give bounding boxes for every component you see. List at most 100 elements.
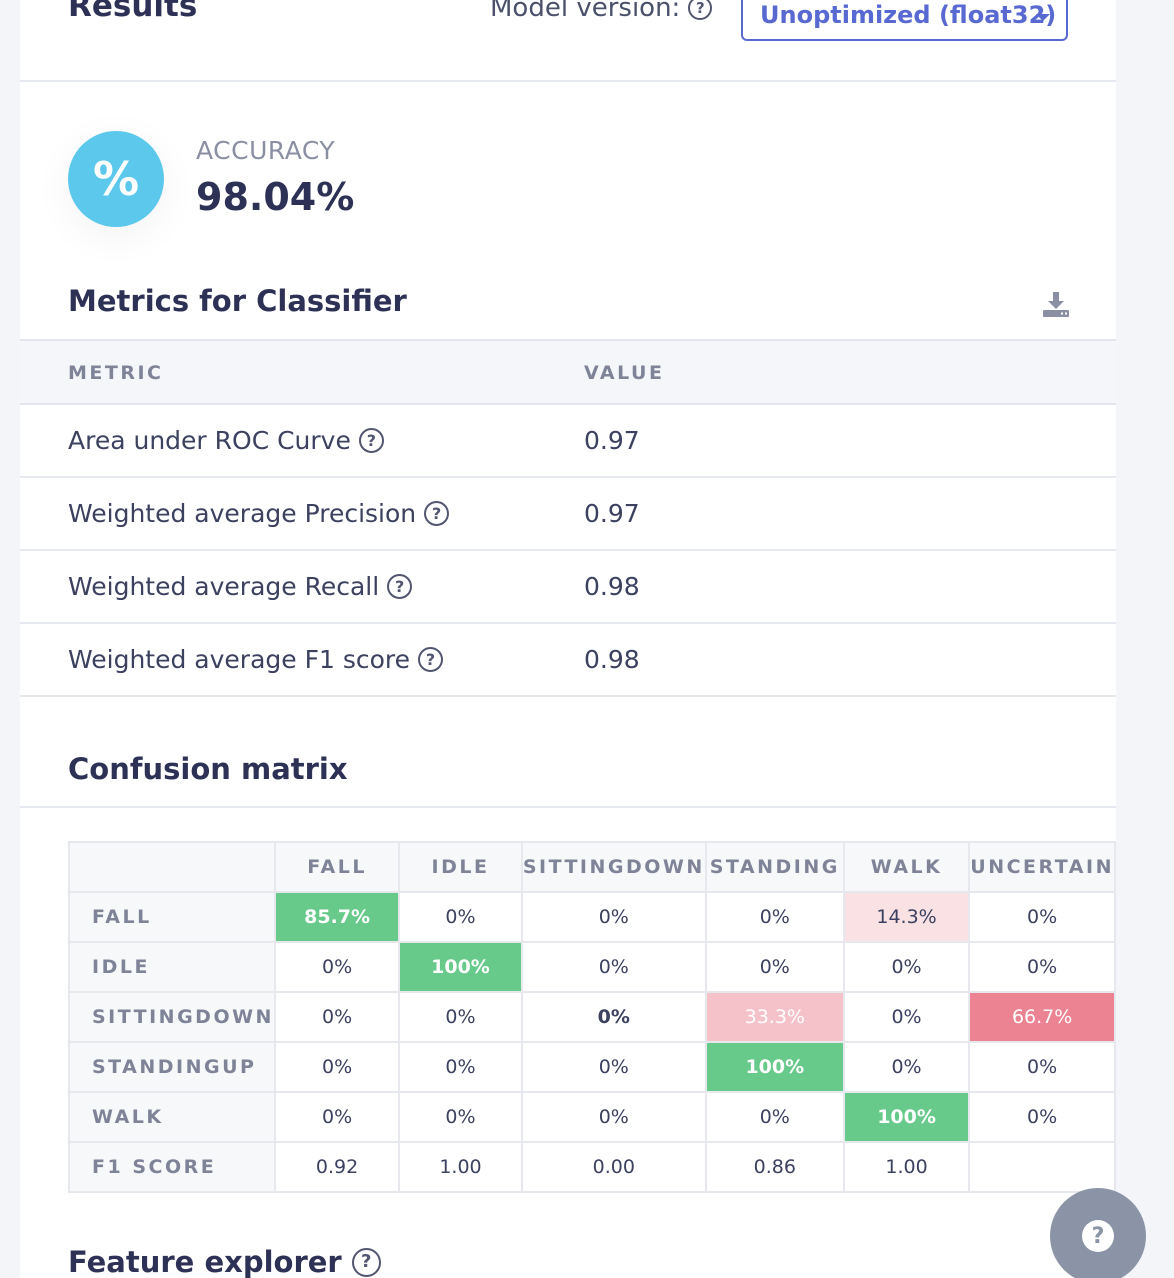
results-card: Results Model version: ? Unoptimized (fl… [20,0,1116,1278]
help-icon[interactable]: ? [424,501,450,526]
page-title: Results [68,0,198,24]
percent-icon: % [68,131,164,227]
table-row: WALK 0% 0% 0% 0% 100% 0% [68,1091,1116,1143]
model-version-help-icon[interactable]: ? [688,0,713,20]
column-header: IDLE [398,841,523,893]
metric-name-text: Weighted average Recall [68,572,380,601]
metric-column-header: METRIC [68,362,164,384]
column-header: WALK [842,841,971,893]
model-version-label: Model version: ? [490,0,713,23]
matrix-cell: 0% [968,891,1116,943]
feature-explorer-title-text: Feature explorer [68,1245,342,1278]
matrix-cell: 66.7% [968,991,1116,1043]
help-icon[interactable]: ? [358,428,384,453]
table-row: Weighted average F1 score ? 0.98 [20,624,1116,697]
table-row: Weighted average Recall ? 0.98 [20,551,1116,624]
matrix-cell: 0% [398,991,523,1043]
model-version-label-text: Model version: [490,0,681,23]
table-row: FALL 85.7% 0% 0% 0% 14.3% 0% [68,891,1116,943]
row-header: SITTINGDOWN [68,991,276,1043]
column-header: UNCERTAIN [968,841,1116,893]
column-header: STANDING [704,841,845,893]
feature-explorer-title: Feature explorer ? [68,1245,381,1278]
matrix-cell: 14.3% [842,891,971,943]
accuracy-value: 98.04% [196,175,355,219]
matrix-cell: 0% [273,1041,401,1093]
header-divider [20,80,1116,82]
accuracy-label: ACCURACY [196,136,336,165]
confusion-matrix-table: FALL IDLE SITTINGDOWN STANDING WALK UNCE… [68,841,1116,1193]
metrics-title: Metrics for Classifier [68,284,407,318]
metrics-table-header: METRIC VALUE [20,339,1116,405]
metrics-table: METRIC VALUE Area under ROC Curve ? 0.97… [20,339,1116,697]
matrix-cell: 0% [842,1041,971,1093]
matrix-cell: 33.3% [704,991,845,1043]
confusion-matrix-title: Confusion matrix [68,752,348,786]
matrix-cell: 0% [273,1091,401,1143]
matrix-cell: 0% [842,941,971,993]
row-header: FALL [68,891,276,943]
confusion-header-row: FALL IDLE SITTINGDOWN STANDING WALK UNCE… [68,841,1116,893]
matrix-cell: 0% [273,991,401,1043]
help-icon[interactable]: ? [418,647,443,672]
metric-name: Weighted average F1 score ? [68,645,443,674]
f1-cell [968,1141,1116,1193]
row-header: STANDINGUP [68,1041,276,1093]
matrix-cell: 0% [520,941,707,993]
matrix-cell: 0% [704,941,845,993]
metric-value: 0.97 [584,426,640,455]
metric-value: 0.98 [584,645,640,674]
matrix-cell: 0% [398,1091,523,1143]
model-version-value: Unoptimized (float32) [760,0,1057,29]
f1-cell: 1.00 [398,1141,523,1193]
matrix-cell: 100% [842,1091,971,1143]
matrix-cell: 0% [398,1041,523,1093]
feature-explorer-help-icon[interactable]: ? [351,1247,381,1277]
matrix-cell: 0% [968,1091,1116,1143]
model-version-select[interactable]: Unoptimized (float32) [741,0,1068,41]
matrix-cell: 0% [398,891,523,943]
matrix-cell: 0% [704,1091,845,1143]
metric-value: 0.97 [584,499,640,528]
matrix-cell: 0% [842,991,971,1043]
row-header: WALK [68,1091,276,1143]
f1-cell: 0.86 [704,1141,845,1193]
matrix-cell: 0% [520,991,707,1043]
table-row: SITTINGDOWN 0% 0% 0% 33.3% 0% 66.7% [68,991,1116,1043]
matrix-cell: 0% [968,941,1116,993]
metric-name: Weighted average Precision ? [68,499,450,528]
matrix-cell: 0% [273,941,401,993]
column-header: SITTINGDOWN [520,841,707,893]
help-icon[interactable]: ? [387,574,413,599]
corner-cell [68,841,276,893]
matrix-cell: 0% [968,1041,1116,1093]
metric-name-text: Weighted average Precision [68,499,417,528]
table-row: Area under ROC Curve ? 0.97 [20,405,1116,478]
table-row: F1 SCORE 0.92 1.00 0.00 0.86 1.00 [68,1141,1116,1193]
metric-name-text: Area under ROC Curve [68,426,351,455]
matrix-cell: 0% [520,1041,707,1093]
f1-cell: 0.92 [273,1141,401,1193]
table-row: IDLE 0% 100% 0% 0% 0% 0% [68,941,1116,993]
chevron-down-icon [1036,14,1050,21]
column-header: FALL [273,841,401,893]
f1-cell: 1.00 [842,1141,971,1193]
metric-name: Area under ROC Curve ? [68,426,384,455]
row-header: F1 SCORE [68,1141,276,1193]
row-header: IDLE [68,941,276,993]
confusion-divider [20,806,1116,808]
matrix-cell: 0% [520,1091,707,1143]
value-column-header: VALUE [584,362,665,384]
download-icon[interactable] [1041,289,1071,319]
help-icon: ? [1082,1220,1114,1252]
f1-cell: 0.00 [520,1141,707,1193]
matrix-cell: 85.7% [273,891,401,943]
matrix-cell: 0% [704,891,845,943]
table-row: Weighted average Precision ? 0.97 [20,478,1116,551]
metric-name-text: Weighted average F1 score [68,645,410,674]
matrix-cell: 100% [398,941,523,993]
table-row: STANDINGUP 0% 0% 0% 100% 0% 0% [68,1041,1116,1093]
metric-name: Weighted average Recall ? [68,572,413,601]
help-fab-button[interactable]: ? [1050,1188,1146,1278]
matrix-cell: 0% [520,891,707,943]
